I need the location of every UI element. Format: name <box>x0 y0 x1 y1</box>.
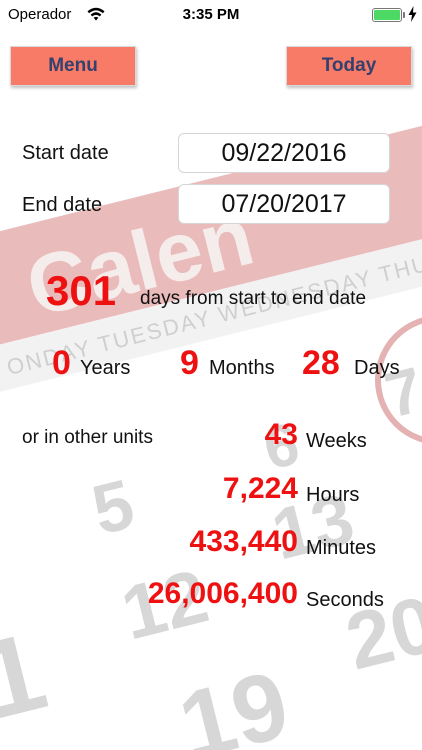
today-button[interactable]: Today <box>286 46 412 86</box>
years-value: 0 <box>52 344 71 382</box>
hours-label: Hours <box>306 484 360 506</box>
status-bar: Operador 3:35 PM <box>0 0 422 30</box>
days-label: Days <box>354 357 400 379</box>
battery-level <box>374 10 400 20</box>
status-time: 3:35 PM <box>182 6 240 23</box>
minutes-label: Minutes <box>306 537 377 559</box>
end-date-label: End date <box>22 194 103 216</box>
bg-number: 1 <box>0 609 57 743</box>
minutes-value: 433,440 <box>189 525 298 558</box>
end-date-field[interactable]: 07/20/2017 <box>178 184 390 224</box>
seconds-label: Seconds <box>306 589 384 611</box>
months-label: Months <box>209 357 275 379</box>
months-value: 9 <box>180 344 199 382</box>
hours-value: 7,224 <box>222 472 298 505</box>
seconds-value: 26,006,400 <box>147 577 298 610</box>
charging-bolt-icon <box>408 6 417 22</box>
total-days-value: 301 <box>46 267 117 314</box>
menu-button[interactable]: Menu <box>10 46 136 86</box>
start-date-label: Start date <box>22 142 109 164</box>
start-date-field[interactable]: 09/22/2016 <box>178 133 390 173</box>
years-label: Years <box>80 357 131 379</box>
battery-icon <box>372 8 402 22</box>
weeks-value: 43 <box>264 418 298 451</box>
bg-number: 19 <box>169 651 298 750</box>
battery-tip <box>403 12 405 18</box>
weeks-label: Weeks <box>306 430 367 452</box>
days-value: 28 <box>302 344 340 382</box>
total-days-caption: days from start to end date <box>140 288 367 309</box>
